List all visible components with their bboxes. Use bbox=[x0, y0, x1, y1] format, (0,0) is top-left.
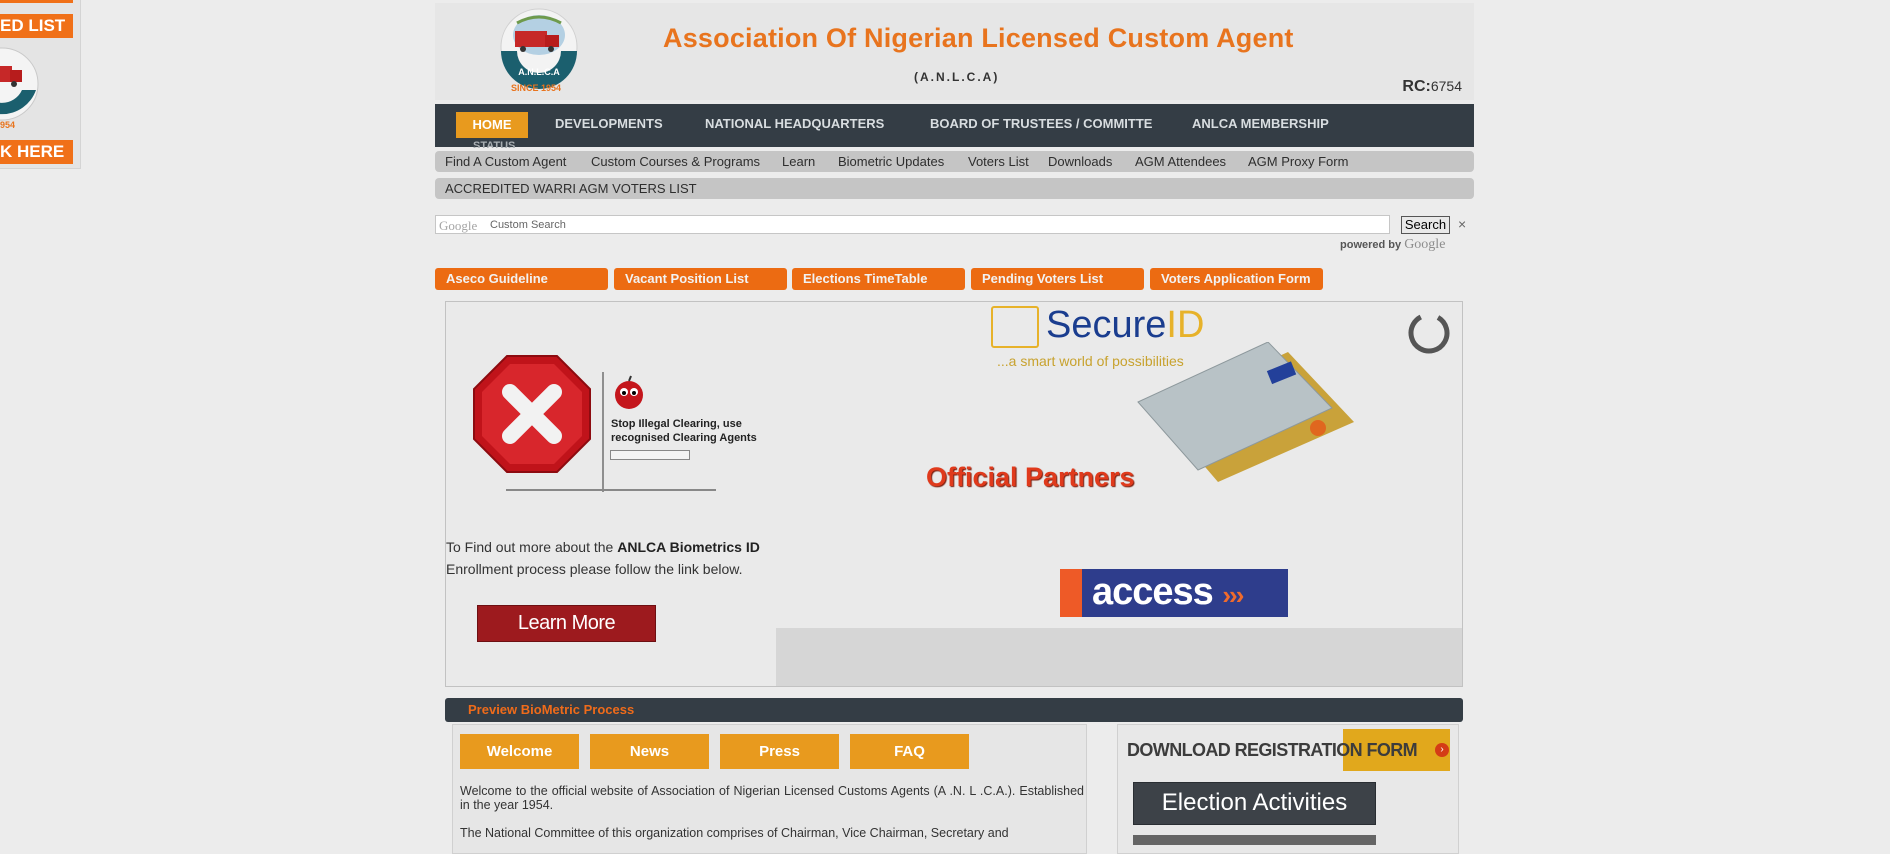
sub-nav-row-2: ACCREDITED WARRI AGM VOTERS LIST bbox=[435, 178, 1474, 199]
banner-slider: Stop Illegal Clearing, use recognised Cle… bbox=[445, 301, 1463, 687]
secure-text: Secure bbox=[1046, 304, 1167, 346]
tab-press[interactable]: Press bbox=[720, 734, 839, 769]
nav-item-board-of-trustees[interactable]: BOARD OF TRUSTEES / COMMITTE bbox=[930, 116, 1152, 131]
rc-number: RC:6754 bbox=[1402, 78, 1462, 96]
google-watermark: Google bbox=[439, 218, 478, 233]
arrow-right-circle-icon: › bbox=[1435, 743, 1449, 757]
tab-welcome[interactable]: Welcome bbox=[460, 734, 579, 769]
nav-item-status-overflow[interactable]: STATUS bbox=[473, 140, 515, 148]
stop-text-line-2: recognised Clearing Agents bbox=[611, 432, 757, 444]
sub-nav-find-agent[interactable]: Find A Custom Agent bbox=[445, 154, 566, 169]
slider-shadow-strip bbox=[776, 628, 1462, 686]
secureid-badge-icon bbox=[991, 306, 1039, 348]
id-cards-image bbox=[1137, 342, 1354, 482]
clear-search-icon[interactable]: × bbox=[1458, 216, 1466, 232]
page-subtitle: (A.N.L.C.A) bbox=[914, 70, 1000, 84]
access-wordmark: access ››› bbox=[1092, 571, 1244, 614]
page-title: Association Of Nigerian Licensed Custom … bbox=[663, 23, 1294, 53]
aseco-guideline-button[interactable]: Aseco Guideline bbox=[435, 268, 608, 290]
search-input[interactable]: Google Custom Search bbox=[435, 215, 1390, 234]
sub-nav: Find A Custom Agent Custom Courses & Pro… bbox=[435, 151, 1474, 172]
download-form-label: DOWNLOAD REGISTRATION FORM bbox=[1127, 740, 1418, 760]
learn-more-button[interactable]: Learn More bbox=[477, 605, 656, 642]
site-header: A.N.L.C.A SINCE 1954 Association Of Nige… bbox=[435, 3, 1474, 100]
access-stripe bbox=[1060, 569, 1082, 617]
search-placeholder: Custom Search bbox=[490, 219, 566, 231]
vacant-position-list-button[interactable]: Vacant Position List bbox=[614, 268, 787, 290]
elections-timetable-button[interactable]: Elections TimeTable bbox=[792, 268, 965, 290]
election-strip bbox=[1133, 835, 1376, 845]
nav-item-national-headquarters[interactable]: NATIONAL HEADQUARTERS bbox=[705, 116, 884, 131]
logo-since-label: SINCE 1954 bbox=[511, 83, 562, 93]
sub-nav-agm-attendees[interactable]: AGM Attendees bbox=[1135, 154, 1226, 169]
stop-divider bbox=[602, 372, 604, 492]
access-text: access bbox=[1092, 571, 1214, 613]
download-registration-form-button[interactable]: DOWNLOAD REGISTRATION FORM › bbox=[1127, 729, 1450, 771]
official-partners-heading: Official Partners bbox=[926, 462, 1135, 492]
widget-logo-icon bbox=[0, 47, 39, 121]
preview-biometric-link[interactable]: Preview BioMetric Process bbox=[468, 702, 634, 717]
search-button[interactable]: Search bbox=[1401, 216, 1450, 234]
committee-paragraph: The National Committee of this organizat… bbox=[460, 826, 1009, 840]
tab-faq[interactable]: FAQ bbox=[850, 734, 969, 769]
stop-sign-icon bbox=[473, 355, 591, 473]
pending-voters-list-button[interactable]: Pending Voters List bbox=[971, 268, 1144, 290]
sub-nav-warri-voters-list[interactable]: ACCREDITED WARRI AGM VOTERS LIST bbox=[445, 181, 697, 196]
loading-spinner-icon[interactable] bbox=[1408, 312, 1450, 354]
secureid-logo: SecureID bbox=[1046, 304, 1204, 347]
id-text: ID bbox=[1166, 304, 1205, 346]
access-arrows: ››› bbox=[1222, 580, 1244, 610]
election-activities-button[interactable]: Election Activities bbox=[1133, 782, 1376, 825]
widget-year: 954 bbox=[0, 120, 16, 130]
sub-nav-downloads[interactable]: Downloads bbox=[1048, 154, 1112, 169]
biometrics-info-text: To Find out more about the ANLCA Biometr… bbox=[446, 536, 786, 580]
preview-biometric-bar[interactable]: Preview BioMetric Process bbox=[445, 698, 1463, 722]
widget-list-link[interactable]: ED LIST bbox=[0, 14, 73, 38]
biometrics-id-label: ANLCA Biometrics ID bbox=[617, 539, 760, 555]
powered-by-text: powered by bbox=[1340, 239, 1402, 251]
right-sidebar-panel: DOWNLOAD REGISTRATION FORM › Election Ac… bbox=[1117, 724, 1459, 854]
worried-face-icon bbox=[615, 375, 643, 409]
stop-underline bbox=[506, 489, 716, 491]
google-brand-text: Google bbox=[1404, 237, 1446, 252]
mini-search-graphic bbox=[610, 450, 690, 460]
rc-label: RC: bbox=[1402, 78, 1431, 95]
access-bank-logo: access ››› bbox=[1060, 569, 1288, 617]
rc-value: 6754 bbox=[1430, 78, 1462, 94]
welcome-content-panel: Welcome News Press FAQ Welcome to the of… bbox=[452, 724, 1087, 854]
widget-top-bar[interactable] bbox=[0, 0, 73, 3]
tab-news[interactable]: News bbox=[590, 734, 709, 769]
biometrics-text-outro: Enrollment process please follow the lin… bbox=[446, 561, 743, 577]
main-nav: HOME DEVELOPMENTS NATIONAL HEADQUARTERS … bbox=[435, 104, 1474, 148]
voters-application-form-button[interactable]: Voters Application Form bbox=[1150, 268, 1323, 290]
logo-ring-text: A.N.L.C.A bbox=[518, 67, 560, 77]
nav-item-home[interactable]: HOME bbox=[456, 112, 528, 138]
sub-nav-courses[interactable]: Custom Courses & Programs bbox=[591, 154, 760, 169]
sub-nav-voters-list[interactable]: Voters List bbox=[968, 154, 1029, 169]
biometrics-text-intro: To Find out more about the bbox=[446, 539, 618, 555]
sub-nav-agm-proxy-form[interactable]: AGM Proxy Form bbox=[1248, 154, 1348, 169]
sub-nav-biometric-updates[interactable]: Biometric Updates bbox=[838, 154, 944, 169]
powered-by-google: powered by Google bbox=[1340, 237, 1445, 253]
stop-illegal-clearing-text: Stop Illegal Clearing, use recognised Cle… bbox=[611, 417, 757, 445]
sub-nav-learn[interactable]: Learn bbox=[782, 154, 815, 169]
welcome-paragraph: Welcome to the official website of Assoc… bbox=[460, 784, 1084, 812]
stop-text-line-1: Stop Illegal Clearing, use bbox=[611, 418, 742, 430]
nav-item-anlca-membership[interactable]: ANLCA MEMBERSHIP bbox=[1192, 116, 1329, 131]
left-floating-widget: ED LIST 954 K HERE bbox=[0, 0, 81, 169]
widget-click-here-link[interactable]: K HERE bbox=[0, 140, 73, 164]
nav-item-developments[interactable]: DEVELOPMENTS bbox=[555, 116, 663, 131]
